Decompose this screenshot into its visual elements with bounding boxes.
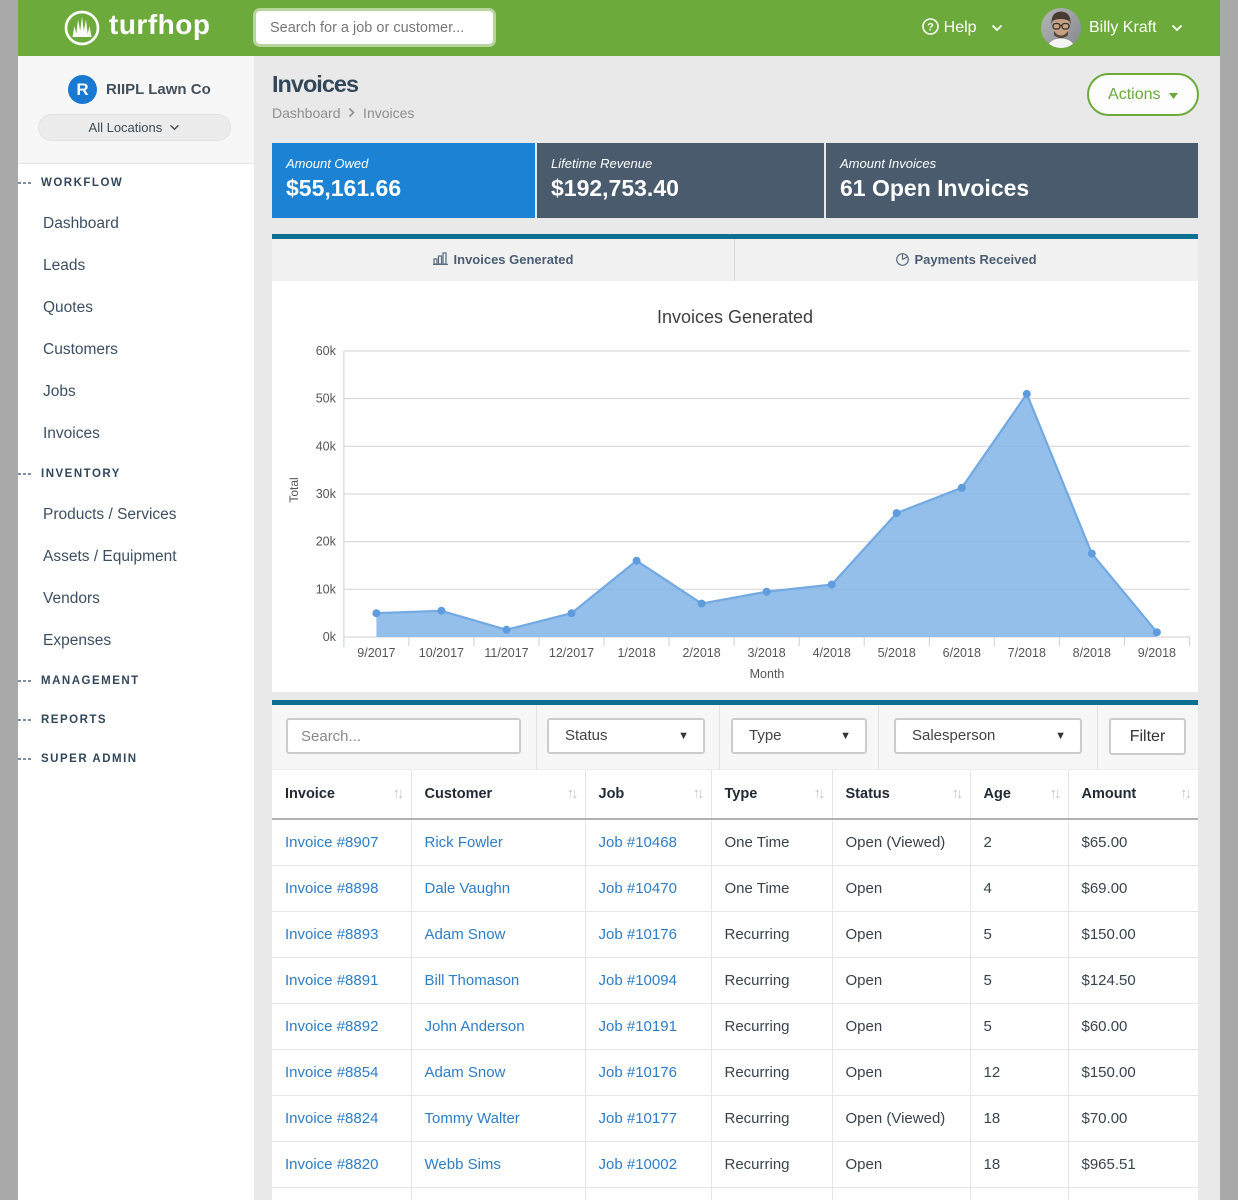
svg-text:Month: Month [750, 667, 785, 681]
svg-text:0k: 0k [323, 630, 337, 644]
svg-text:60k: 60k [316, 344, 337, 358]
svg-text:3/2018: 3/2018 [747, 646, 785, 660]
svg-text:9/2017: 9/2017 [357, 646, 395, 660]
svg-text:10/2017: 10/2017 [419, 646, 464, 660]
svg-text:6/2018: 6/2018 [943, 646, 981, 660]
svg-text:12/2017: 12/2017 [549, 646, 594, 660]
svg-text:11/2017: 11/2017 [484, 646, 528, 660]
svg-text:20k: 20k [316, 535, 337, 549]
svg-text:5/2018: 5/2018 [878, 646, 916, 660]
svg-text:9/2018: 9/2018 [1138, 646, 1176, 660]
svg-text:?: ? [927, 22, 934, 34]
svg-text:10k: 10k [316, 582, 337, 596]
svg-text:8/2018: 8/2018 [1073, 646, 1111, 660]
svg-text:40k: 40k [316, 439, 337, 453]
svg-text:30k: 30k [316, 487, 337, 501]
svg-text:50k: 50k [316, 392, 337, 406]
svg-text:2/2018: 2/2018 [682, 646, 720, 660]
svg-text:1/2018: 1/2018 [617, 646, 655, 660]
svg-text:Total: Total [287, 477, 301, 502]
svg-text:Invoices Generated: Invoices Generated [657, 307, 813, 327]
svg-text:7/2018: 7/2018 [1008, 646, 1046, 660]
svg-text:4/2018: 4/2018 [813, 646, 851, 660]
